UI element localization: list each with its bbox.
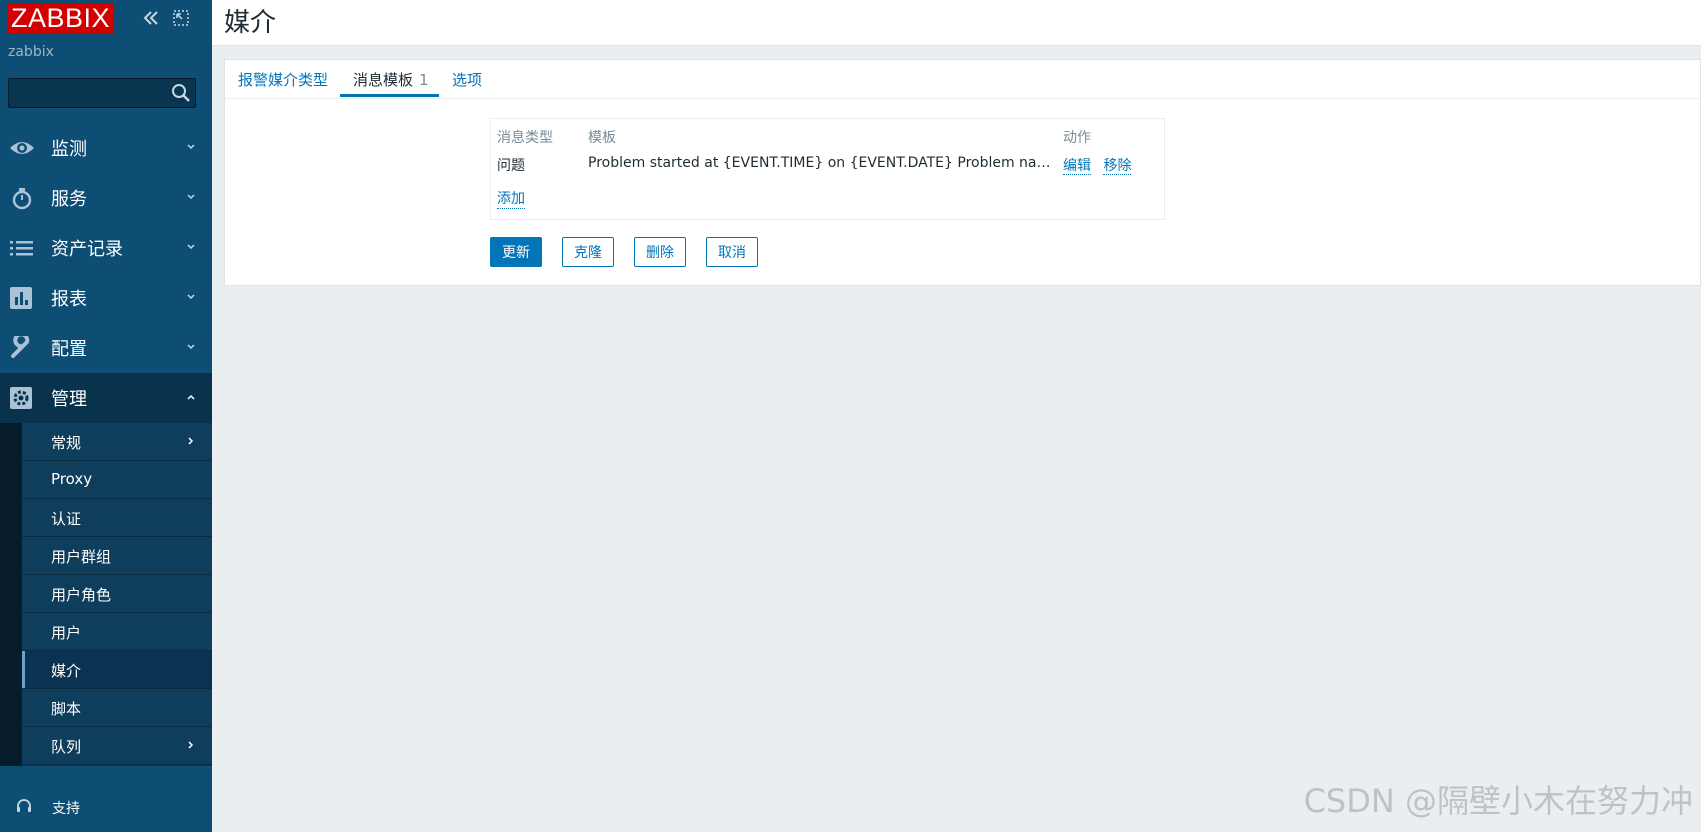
menu-label: 监测 (51, 139, 87, 160)
submenu-label: 队列 (51, 738, 82, 756)
column-header-message-type: 消息类型 (497, 130, 553, 146)
chevron-right-icon (188, 437, 194, 445)
message-templates-table: 消息类型 模板 动作 问题 Problem started at {EVENT.… (490, 118, 1165, 220)
cell-actions: 编辑 移除 (1063, 155, 1139, 175)
menu-label: 管理 (51, 389, 87, 410)
active-tab-indicator (340, 94, 439, 97)
search-input[interactable] (13, 82, 167, 106)
headset-icon (17, 799, 31, 812)
menu-label: 资产记录 (51, 239, 123, 260)
submenu-label: 常规 (51, 434, 82, 452)
column-header-actions: 动作 (1063, 130, 1091, 146)
watermark: CSDN @隔壁小木在努力冲 (1303, 782, 1693, 820)
menu-label: 配置 (51, 339, 87, 360)
administration-submenu: 常规 Proxy 认证 用户群组 用户角色 用户 媒介 脚本 队列 (0, 423, 212, 766)
tab-message-templates[interactable]: 消息模板 1 (353, 69, 429, 90)
update-button[interactable]: 更新 (490, 237, 542, 267)
stopwatch-icon (12, 188, 32, 210)
submenu-label: 认证 (51, 510, 82, 528)
tab-media-type[interactable]: 报警媒介类型 (238, 69, 328, 90)
delete-button[interactable]: 删除 (634, 237, 686, 267)
chevron-right-icon (188, 741, 194, 749)
media-panel: 报警媒介类型 消息模板 1 选项 消息类型 模板 动作 问题 Problem st… (224, 59, 1701, 286)
submenu-label: Proxy (51, 470, 93, 488)
menu-item-services[interactable]: 服务 (0, 173, 212, 223)
column-header-template: 模板 (588, 130, 616, 146)
tab-options[interactable]: 选项 (452, 69, 482, 90)
chevron-down-icon (187, 344, 195, 350)
remove-link[interactable]: 移除 (1103, 158, 1132, 175)
submenu-bar (0, 423, 22, 766)
submenu-item-queue[interactable]: 队列 (22, 727, 212, 765)
tab-label: 消息模板 (353, 71, 414, 89)
main-menu: 监测 服务 资产记录 报表 配置 管理 常规 Proxy 认证 用户群组 用户角… (0, 123, 212, 766)
menu-item-inventory[interactable]: 资产记录 (0, 223, 212, 273)
submenu-item-user-groups[interactable]: 用户群组 (22, 537, 212, 575)
collapse-sidebar-icon[interactable] (142, 9, 160, 27)
eye-icon (10, 142, 34, 154)
sidebar: ZABBIX zabbix 监测 服务 资产记录 报表 配置 管理 常规 Pro… (0, 0, 212, 832)
tab-count: 1 (419, 71, 429, 89)
submenu-label: 用户 (51, 624, 82, 642)
submenu-label: 用户群组 (51, 548, 112, 566)
list-icon (10, 241, 33, 256)
chevron-up-icon (187, 394, 195, 400)
menu-item-monitoring[interactable]: 监测 (0, 123, 212, 173)
edit-link[interactable]: 编辑 (1063, 158, 1091, 175)
chevron-down-icon (187, 194, 195, 200)
submenu-label: 媒介 (51, 662, 82, 680)
bar-chart-icon (10, 287, 32, 309)
menu-item-reports[interactable]: 报表 (0, 273, 212, 323)
gear-icon (10, 387, 32, 409)
wrench-icon (11, 336, 30, 358)
page-header (212, 0, 1701, 46)
search-box (8, 78, 196, 108)
clone-button[interactable]: 克隆 (562, 237, 614, 267)
cell-template: Problem started at {EVENT.TIME} on {EVEN… (588, 155, 1058, 171)
search-icon[interactable] (171, 83, 191, 103)
chevron-down-icon (187, 144, 195, 150)
page-title: 媒介 (224, 8, 277, 38)
submenu-item-scripts[interactable]: 脚本 (22, 689, 212, 727)
support-link[interactable]: 支持 (0, 772, 212, 832)
kiosk-mode-icon[interactable] (172, 9, 190, 27)
zabbix-logo[interactable]: ZABBIX (8, 3, 114, 33)
menu-label: 服务 (51, 189, 87, 210)
menu-item-administration[interactable]: 管理 (0, 373, 212, 423)
tab-bar: 报警媒介类型 消息模板 1 选项 (225, 60, 1700, 99)
cancel-button[interactable]: 取消 (706, 237, 758, 267)
support-label: 支持 (52, 801, 80, 817)
submenu-item-media[interactable]: 媒介 (22, 651, 212, 689)
submenu-label: 用户角色 (51, 586, 112, 604)
menu-label: 报表 (51, 289, 87, 310)
submenu-label: 脚本 (51, 700, 82, 718)
submenu-item-authentication[interactable]: 认证 (22, 499, 212, 537)
chevron-down-icon (187, 244, 195, 250)
server-name: zabbix (8, 44, 54, 60)
submenu-item-proxy[interactable]: Proxy (22, 461, 212, 499)
add-template-link[interactable]: 添加 (497, 188, 525, 209)
submenu-item-general[interactable]: 常规 (22, 423, 212, 461)
submenu-item-user-roles[interactable]: 用户角色 (22, 575, 212, 613)
cell-message-type: 问题 (497, 158, 525, 174)
chevron-down-icon (187, 294, 195, 300)
submenu-item-users[interactable]: 用户 (22, 613, 212, 651)
menu-item-configuration[interactable]: 配置 (0, 323, 212, 373)
